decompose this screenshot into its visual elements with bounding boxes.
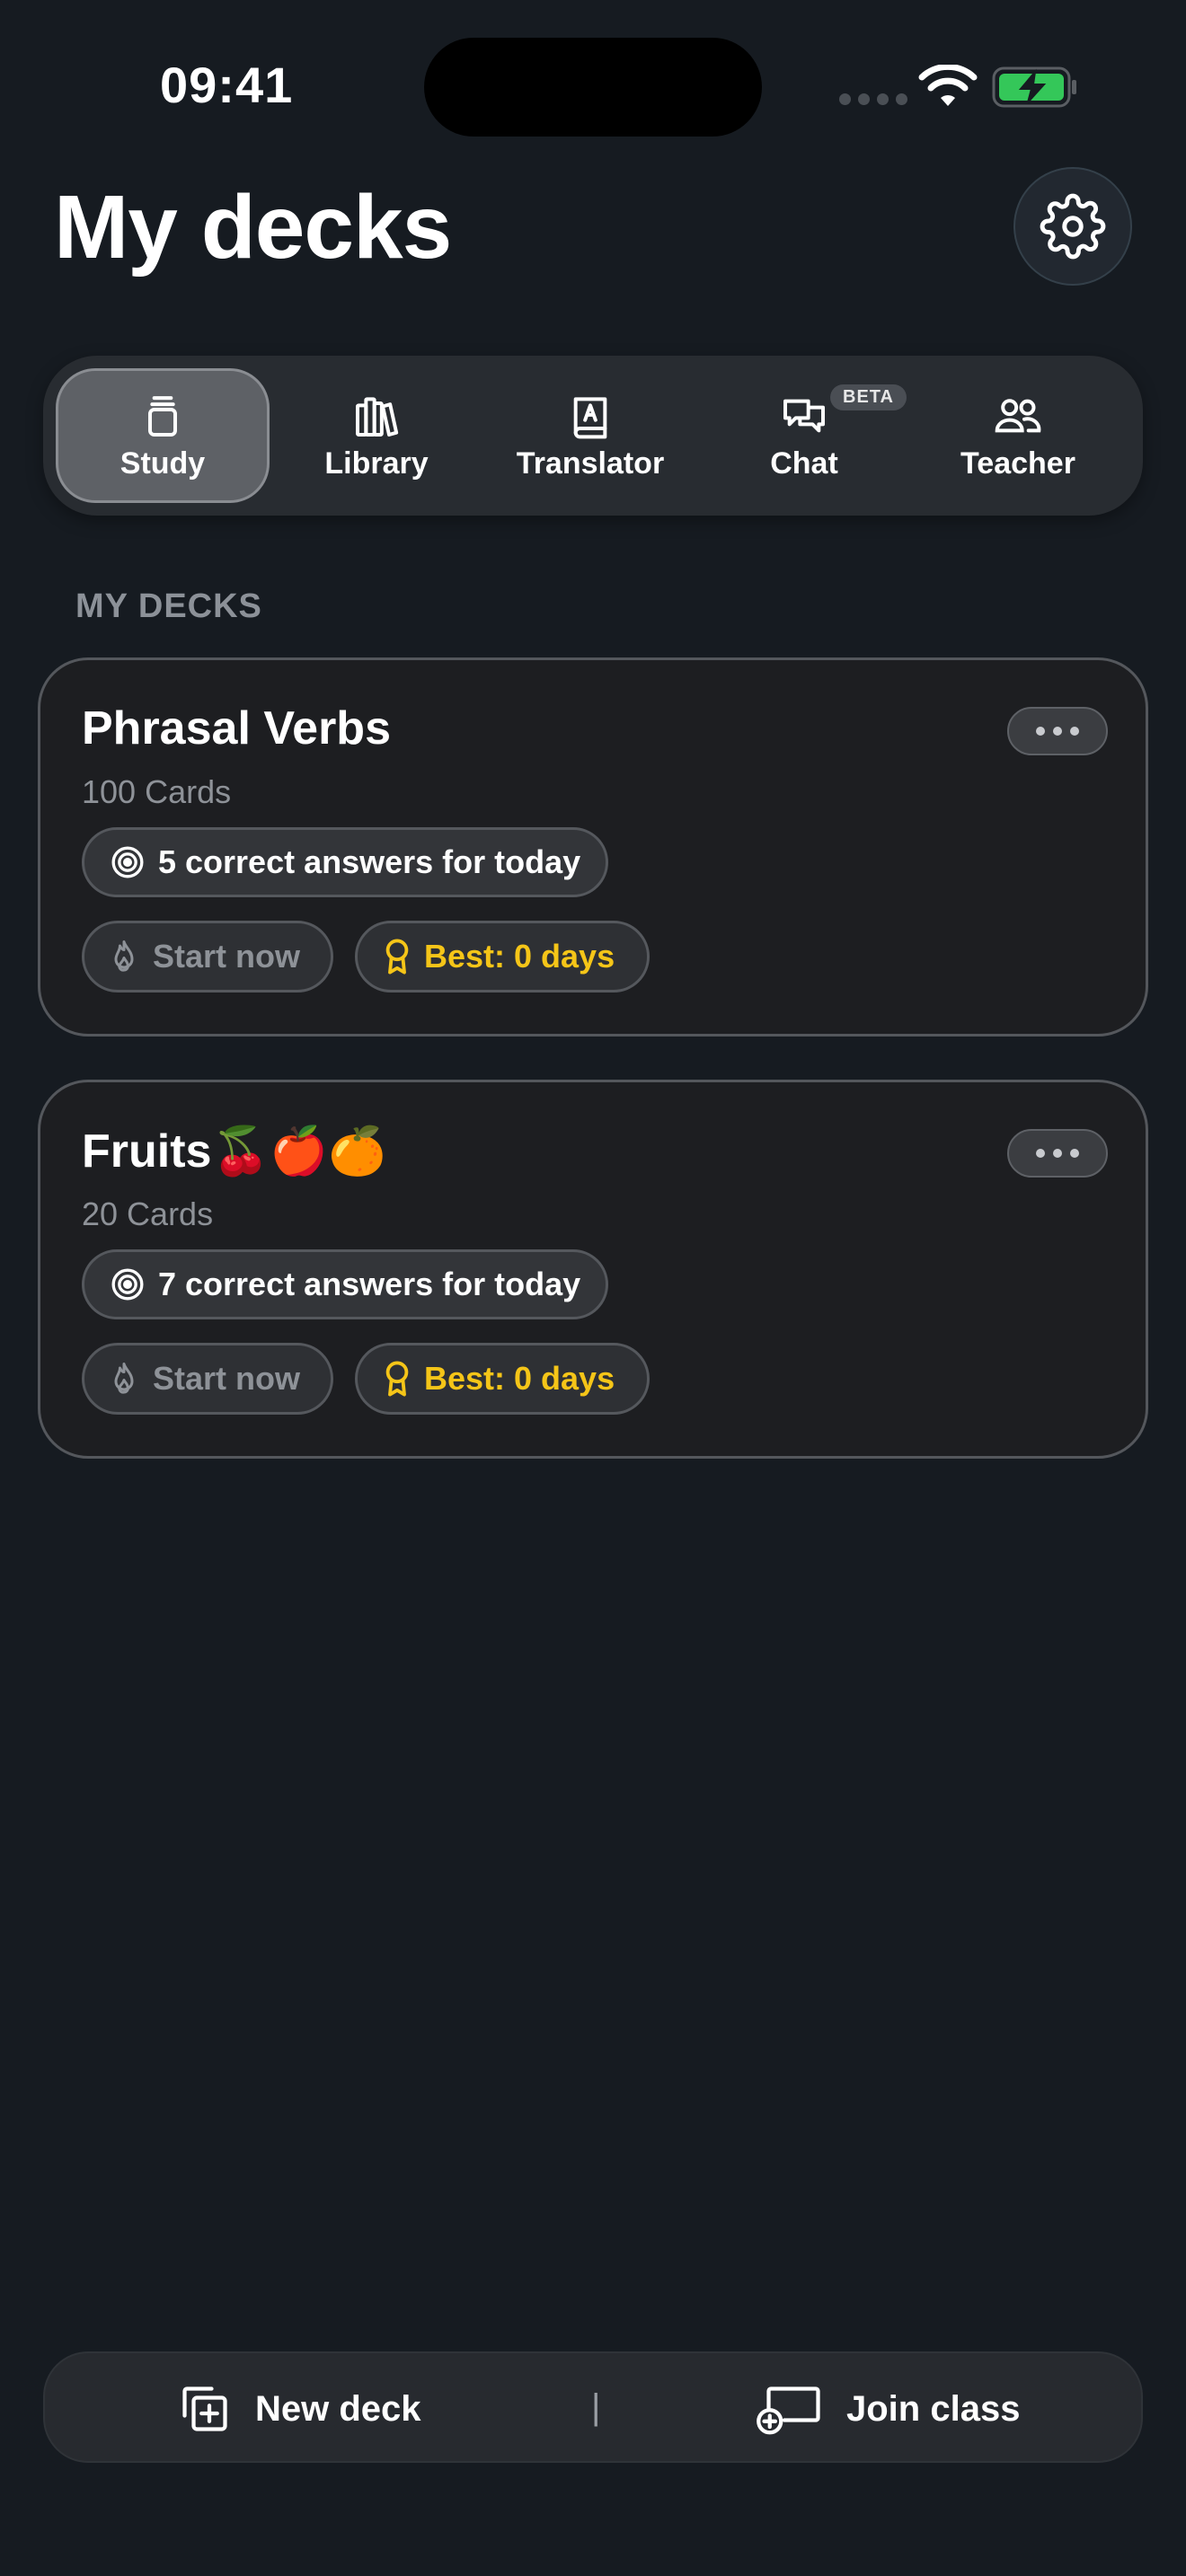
best-streak-chip: Best: 0 days — [355, 921, 650, 992]
tab-translator-label: Translator — [516, 446, 665, 481]
tab-chat[interactable]: BETA Chat — [697, 368, 911, 503]
flame-icon — [114, 1363, 134, 1394]
library-books-icon — [356, 396, 399, 437]
join-class-label: Join class — [846, 2388, 1021, 2429]
dynamic-island — [424, 38, 762, 137]
bottom-action-bar: New deck | Join class — [43, 2351, 1143, 2463]
tab-study-label: Study — [119, 446, 206, 481]
deck-title: Phrasal Verbs — [82, 702, 391, 754]
beta-badge: BETA — [830, 384, 907, 410]
section-header: MY DECKS — [75, 587, 262, 625]
deck-more-button[interactable] — [1007, 1129, 1108, 1178]
study-stack-icon — [148, 395, 177, 437]
deck-title: Fruits🍒🍎🍊 — [82, 1125, 386, 1178]
deck-card[interactable]: Fruits🍒🍎🍊 20 Cards 7 correct answers for… — [38, 1080, 1148, 1459]
tab-bar: Study Library Translator BETA Chat Teach… — [43, 356, 1143, 516]
new-deck-plus-icon — [182, 2386, 227, 2431]
tab-library[interactable]: Library — [270, 368, 483, 503]
status-bar: 09:41 — [0, 0, 1186, 171]
bottom-bar-divider: | — [591, 2387, 601, 2427]
tab-chat-label: Chat — [770, 446, 838, 481]
tab-translator[interactable]: Translator — [483, 368, 697, 503]
cellular-signal-icon — [839, 93, 907, 105]
best-streak-chip: Best: 0 days — [355, 1343, 650, 1415]
best-streak-label: Best: 0 days — [424, 938, 615, 975]
daily-goal-chip: 7 correct answers for today — [82, 1249, 609, 1319]
best-streak-label: Best: 0 days — [424, 1360, 615, 1397]
daily-goal-text: 7 correct answers for today — [158, 1266, 581, 1302]
status-time: 09:41 — [160, 57, 294, 113]
start-now-button[interactable]: Start now — [82, 1343, 333, 1415]
page-title: My decks — [54, 177, 452, 278]
deck-card-count: 100 Cards — [82, 773, 232, 810]
more-dots-icon — [1036, 727, 1045, 736]
start-now-button[interactable]: Start now — [82, 921, 333, 992]
award-ribbon-icon — [385, 939, 409, 975]
target-icon — [111, 846, 144, 878]
gear-icon — [1040, 193, 1106, 260]
tab-teacher-label: Teacher — [960, 446, 1075, 481]
join-class-button[interactable]: Join class — [755, 2353, 1020, 2465]
target-icon — [111, 1268, 144, 1301]
new-deck-button[interactable]: New deck — [178, 2353, 421, 2465]
battery-charging-icon — [992, 66, 1076, 108]
start-now-label: Start now — [153, 1360, 301, 1397]
teacher-people-icon — [995, 398, 1041, 432]
tab-teacher[interactable]: Teacher — [911, 368, 1125, 503]
start-now-label: Start now — [153, 938, 301, 975]
deck-card[interactable]: Phrasal Verbs 100 Cards 5 correct answer… — [38, 657, 1148, 1037]
new-deck-label: New deck — [255, 2388, 421, 2429]
award-ribbon-icon — [385, 1361, 409, 1397]
daily-goal-text: 5 correct answers for today — [158, 843, 581, 880]
deck-more-button[interactable] — [1007, 707, 1108, 755]
join-class-icon — [757, 2386, 820, 2435]
more-dots-icon — [1036, 1149, 1045, 1158]
chat-bubbles-icon — [783, 399, 825, 432]
deck-card-count: 20 Cards — [82, 1195, 214, 1232]
settings-button[interactable] — [1013, 167, 1132, 286]
tab-study[interactable]: Study — [56, 368, 270, 503]
daily-goal-chip: 5 correct answers for today — [82, 827, 609, 897]
translator-book-icon — [573, 396, 607, 438]
tab-library-label: Library — [324, 446, 429, 481]
wifi-icon — [918, 65, 978, 106]
flame-icon — [114, 940, 134, 972]
